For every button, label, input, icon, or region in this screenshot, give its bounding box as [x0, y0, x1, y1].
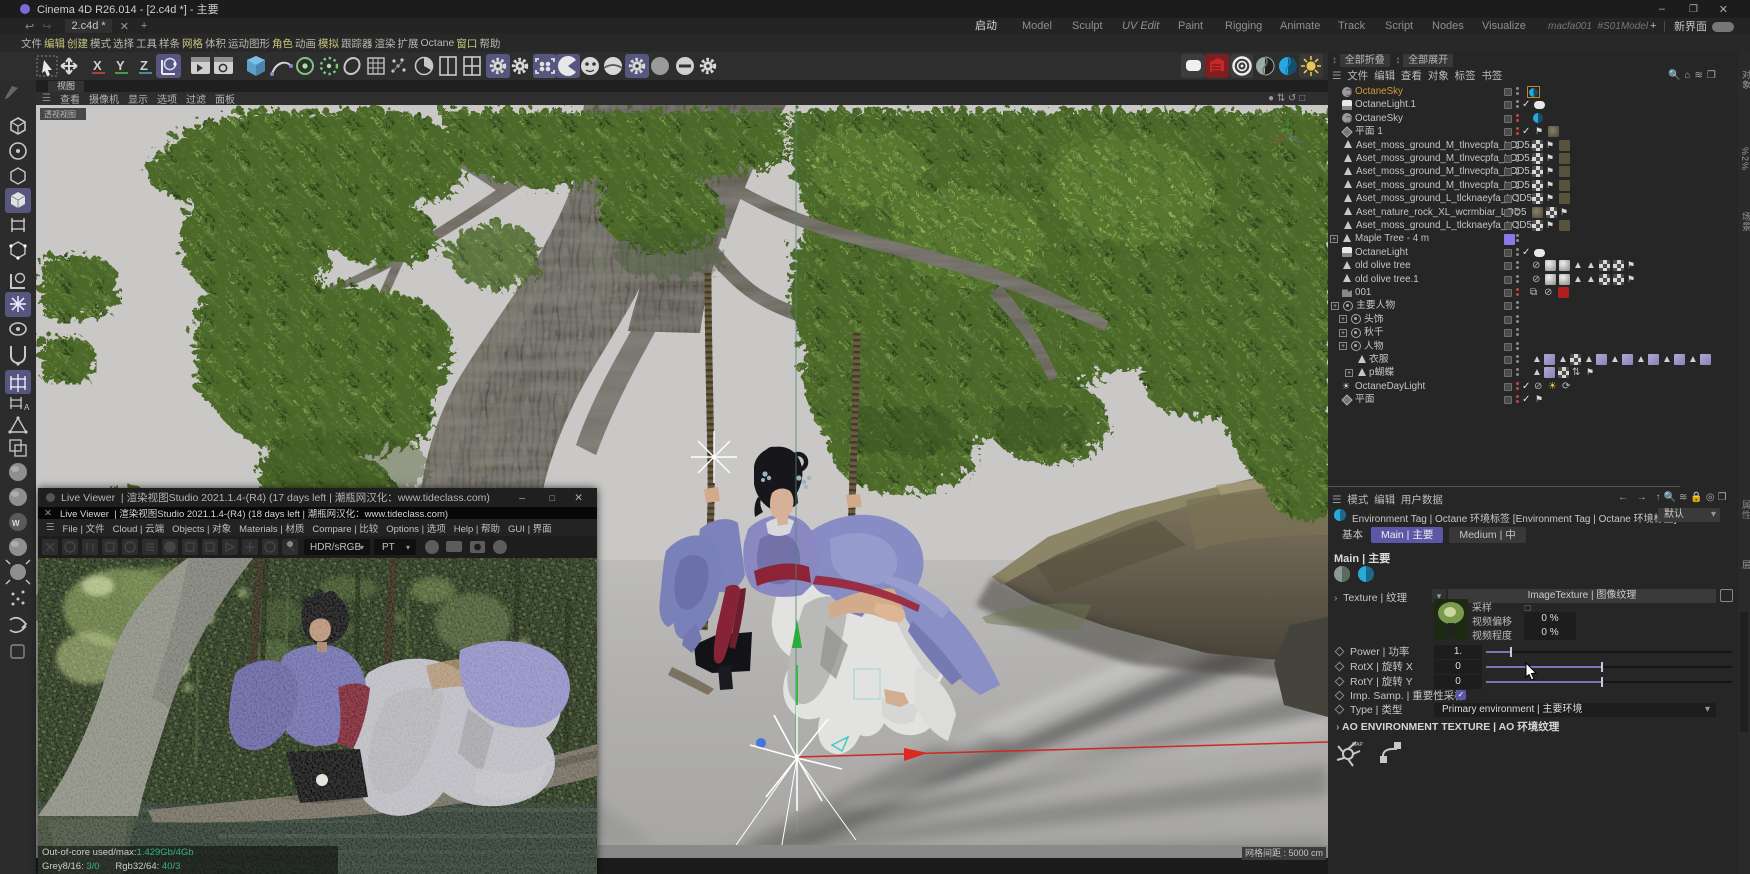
svg-text:X: X — [93, 58, 102, 73]
svg-text:MAP: MAP — [1352, 742, 1364, 748]
svg-text:透视视图: 透视视图 — [44, 109, 76, 119]
svg-text:▾: ▾ — [360, 543, 364, 552]
svg-text:Y: Y — [116, 58, 125, 73]
svg-text:W: W — [12, 519, 20, 528]
svg-text:A: A — [24, 403, 30, 412]
svg-text:▾: ▾ — [406, 543, 410, 552]
svg-text:PT: PT — [382, 542, 395, 553]
svg-text:Z: Z — [140, 58, 148, 73]
svg-text:HDR/sRGB: HDR/sRGB — [310, 542, 361, 553]
